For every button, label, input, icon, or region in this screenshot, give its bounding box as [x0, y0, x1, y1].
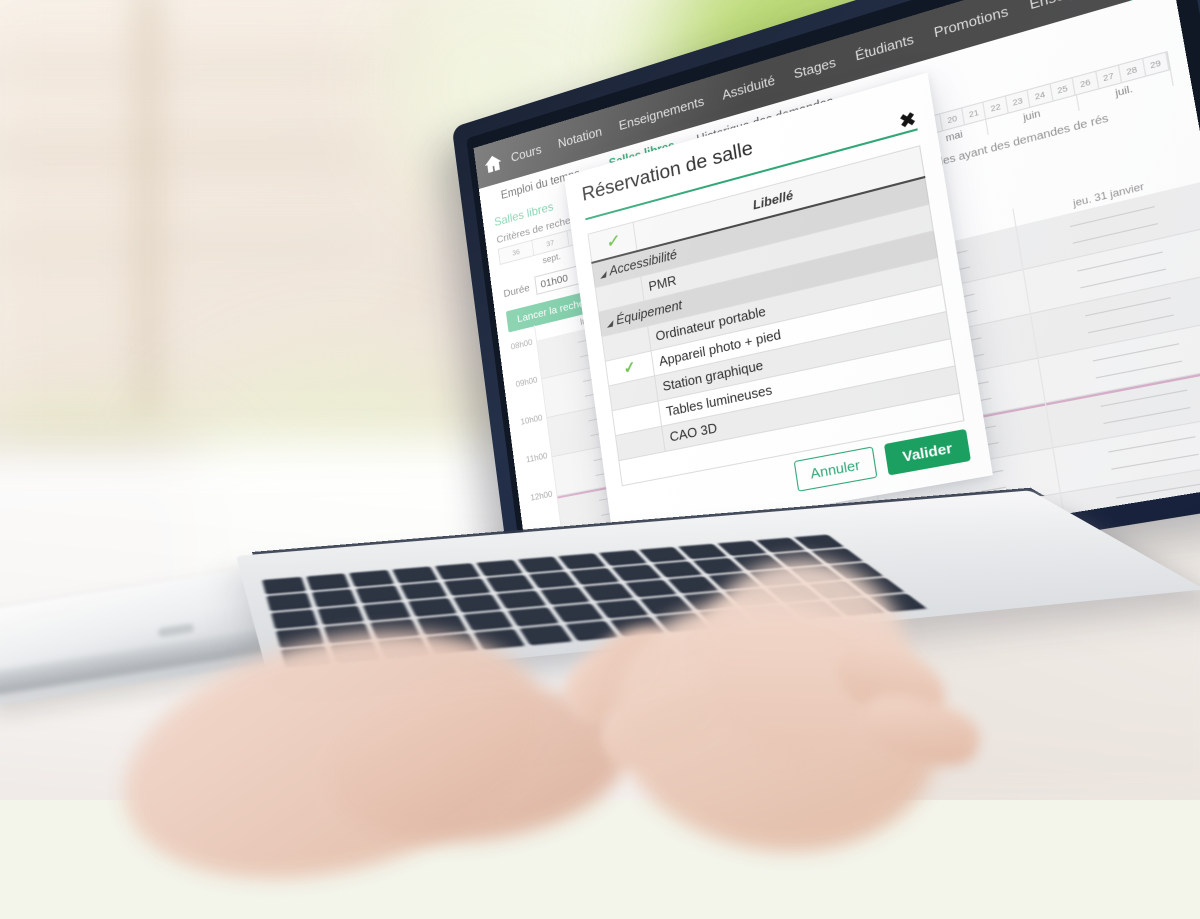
- keyboard-key: [528, 571, 577, 588]
- keyboard-key: [678, 543, 726, 559]
- keyboard-key: [507, 607, 558, 626]
- keyboard-key: [625, 579, 676, 597]
- keyboard-key: [266, 592, 312, 611]
- triangle-down-icon[interactable]: ◢: [599, 269, 606, 279]
- keyboard-key: [639, 595, 692, 614]
- keyboard-key: [399, 581, 447, 599]
- keyboard-key: [652, 561, 702, 577]
- keyboard-key: [540, 586, 590, 604]
- keyboard-key: [434, 563, 480, 579]
- cancel-button[interactable]: Annuler: [793, 446, 878, 492]
- keyboard-key: [270, 609, 318, 628]
- keyboard-key: [262, 576, 306, 594]
- slot-placeholder: [1124, 530, 1200, 545]
- keyboard-key: [558, 553, 606, 569]
- keyboard-key: [392, 566, 437, 583]
- keyboard-key: [305, 573, 350, 590]
- keyboard-key: [355, 585, 402, 603]
- keyboard-key: [452, 594, 501, 612]
- validate-button[interactable]: Valider: [884, 428, 971, 476]
- keyboard-key: [598, 550, 646, 565]
- triangle-down-icon[interactable]: ◢: [606, 318, 613, 328]
- keyboard-key: [349, 569, 394, 586]
- keyboard-key: [362, 601, 411, 620]
- keyboard-key: [667, 576, 718, 593]
- keyboard-key: [408, 597, 456, 616]
- close-icon[interactable]: ✖: [898, 108, 917, 132]
- keyboard-key: [317, 605, 364, 624]
- keyboard-key: [462, 611, 513, 630]
- keyboard-key: [596, 599, 648, 618]
- keyboard-key: [552, 603, 604, 622]
- keyboard-key: [717, 540, 766, 555]
- keyboard-key: [693, 557, 743, 574]
- keyboard-key: [638, 546, 687, 562]
- keyboard-key: [443, 578, 490, 595]
- keyboard-key: [611, 564, 661, 581]
- keyboard-key: [476, 559, 522, 576]
- keyboard-key: [416, 615, 466, 634]
- check-icon: ✓: [605, 231, 620, 252]
- keyboard-key: [570, 567, 619, 584]
- keyboard-key: [517, 556, 564, 572]
- check-icon: ✓: [622, 358, 637, 378]
- keyboard-key: [583, 583, 633, 600]
- keyboard-key: [496, 590, 546, 608]
- keyboard-key: [486, 574, 534, 592]
- keyboard-key: [311, 589, 357, 607]
